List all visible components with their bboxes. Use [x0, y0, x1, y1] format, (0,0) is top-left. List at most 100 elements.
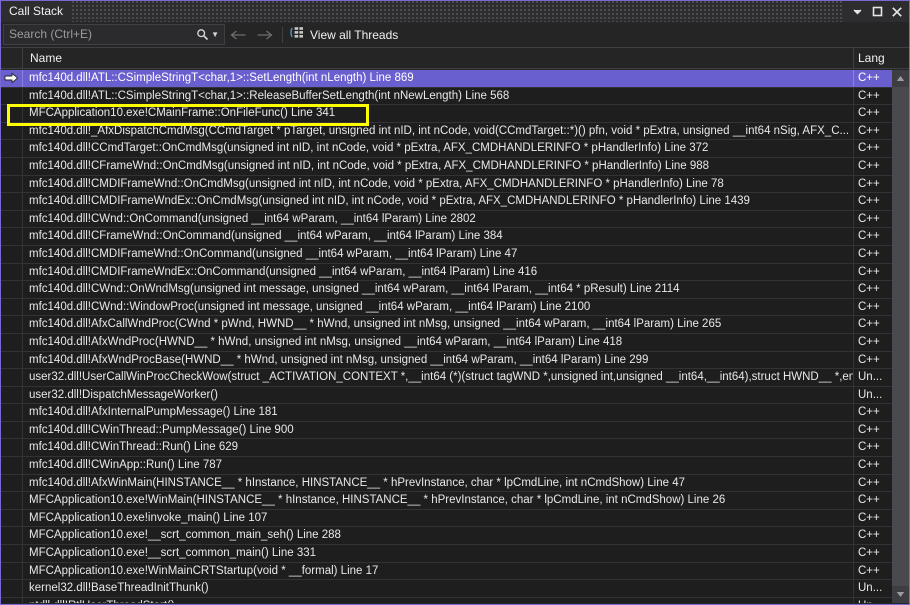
search-options-chevron-icon[interactable]: ▼ [210, 30, 222, 39]
row-gutter [1, 228, 23, 245]
row-gutter [1, 245, 23, 263]
search-input[interactable] [9, 25, 196, 44]
table-row[interactable]: mfc140d.dll!CMDIFrameWnd::OnCommand(unsi… [1, 245, 892, 264]
column-header-name[interactable]: Name [23, 48, 854, 68]
table-row[interactable]: mfc140d.dll!CWinThread::Run() Line 629 C+… [1, 439, 892, 458]
chevron-down-icon[interactable] [847, 2, 867, 21]
maximize-icon[interactable] [867, 2, 887, 21]
table-row[interactable]: mfc140d.dll!AfxCallWndProc(CWnd * pWnd, … [1, 316, 892, 334]
table-row[interactable]: mfc140d.dll!AfxWndProc(HWND__ * hWnd, un… [1, 333, 892, 352]
table-row[interactable]: mfc140d.dll!CCmdTarget::OnCmdMsg(unsigne… [1, 140, 892, 158]
frame-name: mfc140d.dll!CMDIFrameWnd::OnCmdMsg(unsig… [23, 175, 854, 193]
row-gutter [1, 580, 23, 597]
table-row[interactable]: MFCApplication10.exe!__scrt_common_main(… [1, 545, 892, 563]
frame-name: ntdll.dll!RtlUserThreadStart() [23, 597, 854, 603]
close-icon[interactable] [887, 2, 907, 21]
column-header-language[interactable]: Lang [854, 48, 892, 68]
row-gutter [1, 421, 23, 439]
frame-name: mfc140d.dll!CWnd::OnWndMsg(unsigned int … [23, 281, 854, 298]
row-gutter [1, 509, 23, 527]
table-row[interactable]: MFCApplication10.exe!__scrt_common_main_… [1, 527, 892, 546]
frame-language: C++ [858, 476, 880, 489]
search-box[interactable]: ▼ [3, 24, 225, 45]
frame-name: MFCApplication10.exe!WinMainCRTStartup(v… [23, 562, 854, 580]
frame-name: mfc140d.dll!CMDIFrameWndEx::OnCommand(un… [23, 263, 854, 281]
table-row[interactable]: mfc140d.dll!CWnd::OnCommand(unsigned __i… [1, 210, 892, 229]
call-stack-grid: mfc140d.dll!ATL::CSimpleStringT<char,1>:… [1, 70, 909, 603]
row-gutter [1, 386, 23, 404]
table-row[interactable]: MFCApplication10.exe!CMainFrame::OnFileF… [1, 105, 892, 123]
row-gutter [1, 140, 23, 157]
forward-button[interactable] [251, 24, 277, 46]
frame-language: C++ [858, 318, 880, 331]
table-row[interactable]: mfc140d.dll!CMDIFrameWndEx::OnCmdMsg(uns… [1, 193, 892, 211]
row-gutter [1, 210, 23, 228]
search-icon[interactable] [195, 28, 210, 41]
table-row[interactable]: mfc140d.dll!ATL::CSimpleStringT<char,1>:… [1, 70, 892, 88]
table-row[interactable]: mfc140d.dll!CFrameWnd::OnCommand(unsigne… [1, 228, 892, 246]
frame-language: C++ [858, 494, 880, 507]
threads-grid-icon [290, 25, 305, 45]
table-row[interactable]: kernel32.dll!BaseThreadInitThunk() Un... [1, 580, 892, 598]
window-buttons [847, 2, 907, 21]
table-row[interactable]: mfc140d.dll!AfxWinMain(HINSTANCE__ * hIn… [1, 474, 892, 493]
toolbar-separator [282, 26, 283, 43]
frame-language: C++ [858, 547, 880, 560]
frame-language: C++ [858, 195, 880, 208]
table-row[interactable]: mfc140d.dll!CWinThread::PumpMessage() Li… [1, 421, 892, 440]
vertical-scrollbar[interactable] [892, 70, 909, 603]
back-button[interactable] [225, 24, 251, 46]
frame-language: C++ [858, 247, 880, 260]
frame-language: Un... [858, 388, 883, 401]
frame-name: mfc140d.dll!CWnd::OnCommand(unsigned __i… [23, 210, 854, 228]
table-row[interactable]: MFCApplication10.exe!WinMainCRTStartup(v… [1, 562, 892, 581]
frame-name: kernel32.dll!BaseThreadInitThunk() [23, 580, 854, 597]
row-gutter [1, 122, 23, 140]
frame-name: MFCApplication10.exe!__scrt_common_main(… [23, 545, 854, 562]
frame-name: mfc140d.dll!ATL::CSimpleStringT<char,1>:… [23, 87, 854, 105]
frame-language: C++ [858, 300, 880, 313]
table-row[interactable]: mfc140d.dll!CWnd::WindowProc(unsigned in… [1, 298, 892, 317]
table-row[interactable]: ntdll.dll!RtlUserThreadStart()Un... [1, 597, 892, 603]
table-row[interactable]: mfc140d.dll!AfxInternalPumpMessage() Lin… [1, 404, 892, 422]
frame-name: mfc140d.dll!AfxWinMain(HINSTANCE__ * hIn… [23, 474, 854, 492]
frame-language: C++ [858, 529, 880, 542]
row-gutter [1, 175, 23, 193]
frame-name: mfc140d.dll!CMDIFrameWnd::OnCommand(unsi… [23, 245, 854, 263]
table-row[interactable]: user32.dll!UserCallWinProcCheckWow(struc… [1, 369, 892, 387]
scroll-up-arrow-icon[interactable] [892, 70, 909, 87]
row-gutter [1, 87, 23, 105]
table-row[interactable]: mfc140d.dll!_AfxDispatchCmdMsg(CCmdTarge… [1, 122, 892, 141]
table-row[interactable]: mfc140d.dll!AfxWndProcBase(HWND__ * hWnd… [1, 351, 892, 370]
table-row[interactable]: mfc140d.dll!CMDIFrameWnd::OnCmdMsg(unsig… [1, 175, 892, 194]
frame-language: C++ [858, 353, 880, 366]
scrollbar-track[interactable] [892, 87, 909, 586]
table-row[interactable]: mfc140d.dll!CFrameWnd::OnCmdMsg(unsigned… [1, 157, 892, 176]
table-row[interactable]: MFCApplication10.exe!invoke_main() Line … [1, 509, 892, 528]
frame-name: user32.dll!DispatchMessageWorker() [23, 386, 854, 404]
scrollbar-thumb[interactable] [892, 87, 909, 586]
scroll-down-arrow-icon[interactable] [892, 586, 909, 603]
frame-name: mfc140d.dll!CCmdTarget::OnCmdMsg(unsigne… [23, 140, 854, 157]
frame-name: mfc140d.dll!CMDIFrameWndEx::OnCmdMsg(uns… [23, 193, 854, 210]
frame-language: C++ [858, 177, 880, 190]
table-row[interactable]: MFCApplication10.exe!WinMain(HINSTANCE__… [1, 492, 892, 510]
table-row[interactable]: mfc140d.dll!CWnd::OnWndMsg(unsigned int … [1, 281, 892, 299]
row-gutter [1, 492, 23, 509]
frame-name: mfc140d.dll!CFrameWnd::OnCommand(unsigne… [23, 228, 854, 245]
table-row[interactable]: mfc140d.dll!CMDIFrameWndEx::OnCommand(un… [1, 263, 892, 282]
view-all-threads-button[interactable]: View all Threads [288, 24, 404, 46]
frame-language: Un... [858, 371, 883, 384]
frame-language: C++ [858, 406, 880, 419]
table-row[interactable]: mfc140d.dll!ATL::CSimpleStringT<char,1>:… [1, 87, 892, 106]
table-row[interactable]: user32.dll!DispatchMessageWorker() Un... [1, 386, 892, 405]
table-row[interactable]: mfc140d.dll!CWinApp::Run() Line 787 C++ [1, 457, 892, 475]
row-gutter [1, 597, 23, 603]
frame-name: MFCApplication10.exe!CMainFrame::OnFileF… [23, 105, 854, 122]
row-gutter [1, 404, 23, 421]
frame-name: mfc140d.dll!CWinThread::Run() Line 629 [23, 439, 854, 457]
row-gutter [1, 457, 23, 474]
call-stack-toolbar: ▼ View all Threads [1, 22, 909, 47]
frame-language: C++ [858, 511, 880, 524]
row-gutter [1, 369, 23, 386]
